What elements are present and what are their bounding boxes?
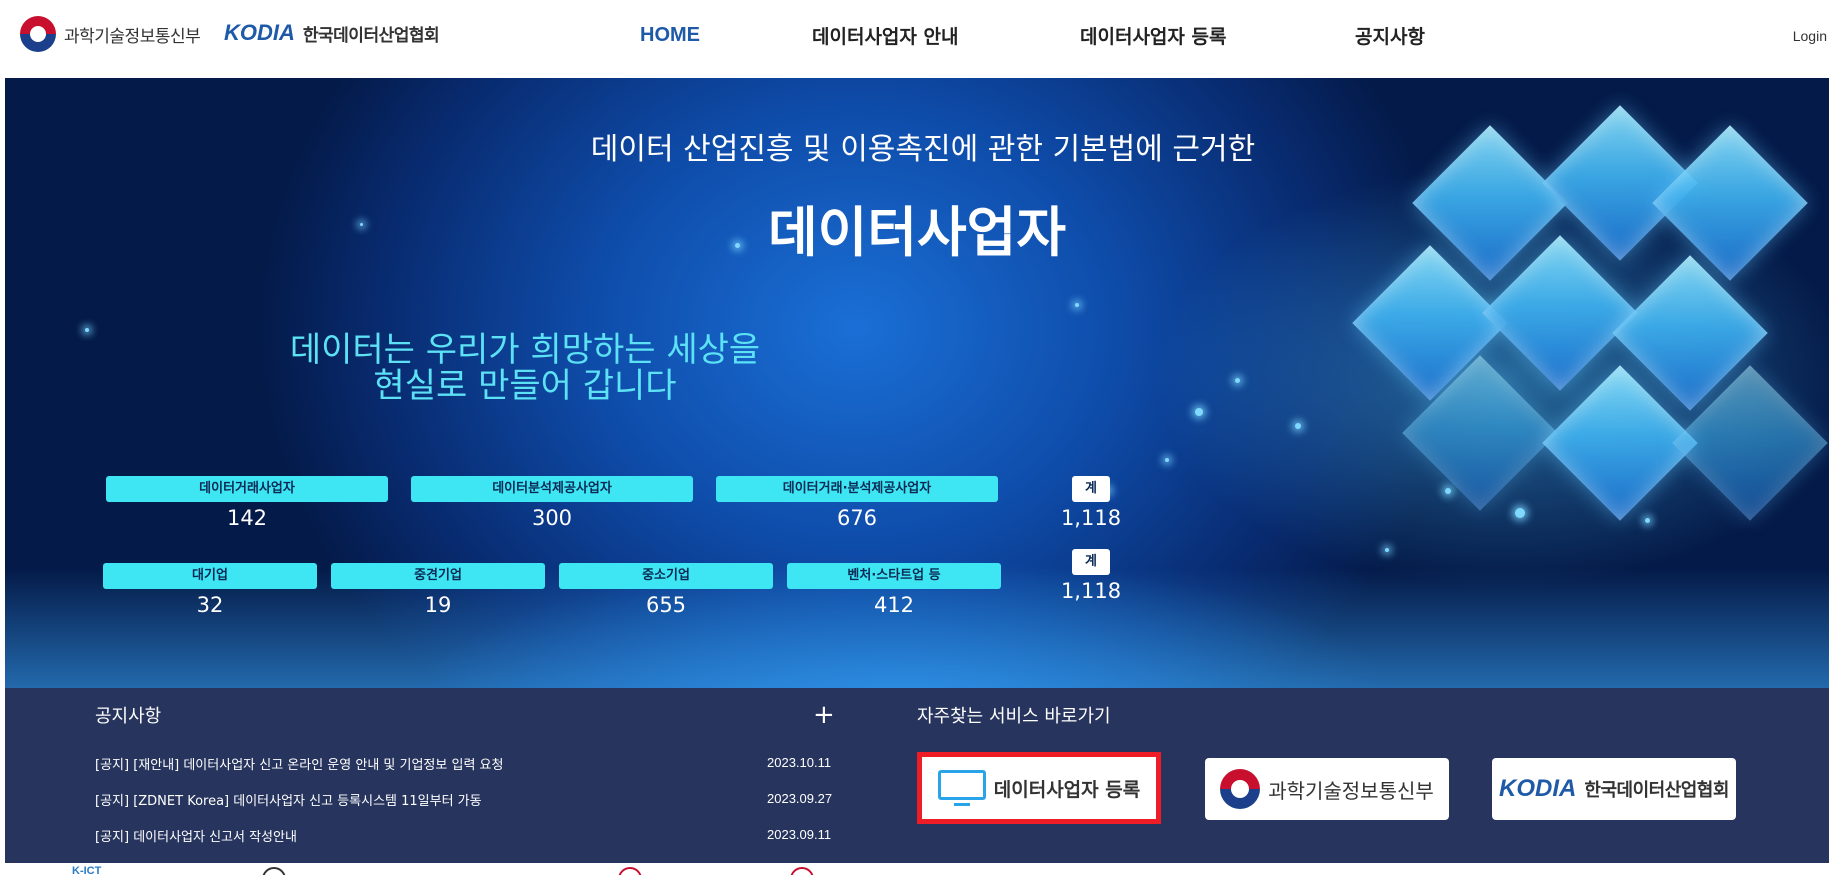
stat-label: 대기업 [103, 563, 317, 589]
register-service-button[interactable]: 데이터사업자 등록 [917, 752, 1161, 824]
notice-date: 2023.10.11 [767, 755, 832, 770]
stat-value: 655 [645, 593, 687, 617]
msit-service-label: 과학기술정보통신부 [1268, 778, 1434, 803]
hero-banner: 데이터 산업진흥 및 이용촉진에 관한 기본법에 근거한 데이터사업자 데이터는… [5, 78, 1829, 688]
partner-logos: K-ICT [0, 863, 1837, 875]
light-dot [85, 328, 89, 332]
taegeuk-icon [1220, 769, 1261, 809]
slogan-line-2: 현실로 만들어 갑니다 [373, 366, 677, 406]
partner-logo[interactable] [618, 867, 642, 875]
site-header: 과학기술정보통신부 KODIA 한국데이터산업협회 HOME 데이터사업자 안내… [0, 0, 1837, 78]
stat-value: 676 [836, 506, 878, 530]
taegeuk-icon [20, 16, 56, 52]
notices-more-button[interactable]: + [813, 700, 835, 730]
stat-label: 계 [1072, 549, 1110, 575]
stat-total-row2: 계 1,118 [1051, 549, 1131, 603]
stat-label: 계 [1072, 476, 1110, 502]
stat-label: 중견기업 [331, 563, 545, 589]
stat-label: 데이터거래·분석제공사업자 [716, 476, 998, 502]
kodia-service-link[interactable]: KODIA 한국데이터산업협회 [1492, 758, 1736, 820]
notices-heading: 공지사항 [95, 706, 162, 727]
hero-title: 데이터사업자 [767, 201, 1067, 264]
stat-value: 1,118 [1060, 579, 1122, 603]
stat-venture-startup: 벤처·스타트업 등 412 [787, 563, 1001, 617]
stat-value: 1,118 [1060, 506, 1122, 530]
stat-value: 142 [226, 506, 268, 530]
stat-value: 32 [196, 593, 224, 617]
stat-value: 412 [873, 593, 915, 617]
light-dot [1075, 303, 1079, 307]
nav-notices[interactable]: 공지사항 [1355, 22, 1425, 49]
light-dot [1295, 423, 1301, 429]
login-link[interactable]: Login [1793, 28, 1827, 44]
nav-business-guide[interactable]: 데이터사업자 안내 [812, 22, 958, 49]
notice-date: 2023.09.27 [767, 791, 833, 806]
notice-date: 2023.09.11 [767, 827, 832, 842]
light-dot [1165, 458, 1169, 462]
stat-analysis: 데이터분석제공사업자 300 [411, 476, 693, 530]
stat-label: 데이터거래사업자 [106, 476, 388, 502]
slogan-line-1: 데이터는 우리가 희망하는 세상을 [289, 330, 761, 370]
notice-item[interactable]: [공지] 데이터사업자 신고서 작성안내 [95, 826, 297, 845]
partner-logo[interactable] [262, 867, 286, 875]
stat-total-row1: 계 1,118 [1051, 476, 1131, 530]
stat-value: 19 [424, 593, 452, 617]
kodia-service-label: 한국데이터산업협회 [1584, 780, 1729, 801]
notice-item[interactable]: [공지] [ZDNET Korea] 데이터사업자 신고 등록시스템 11일부터… [95, 790, 482, 809]
partner-logo-kict[interactable]: K-ICT [72, 865, 101, 875]
stat-label: 데이터분석제공사업자 [411, 476, 693, 502]
stat-trading-analysis: 데이터거래·분석제공사업자 676 [716, 476, 998, 530]
msit-service-link[interactable]: 과학기술정보통신부 [1205, 758, 1449, 820]
stat-label: 벤처·스타트업 등 [787, 563, 1001, 589]
kodia-mark: KODIA [1499, 775, 1577, 802]
stat-midsize-company: 중견기업 19 [331, 563, 545, 617]
kodia-mark: KODIA [224, 20, 295, 45]
quick-services-heading: 자주찾는 서비스 바로가기 [917, 706, 1111, 727]
register-service-label: 데이터사업자 등록 [993, 778, 1141, 801]
stat-trading: 데이터거래사업자 142 [106, 476, 388, 530]
stat-small-company: 중소기업 655 [559, 563, 773, 617]
data-cubes-graphic [1315, 105, 1828, 588]
msit-logo[interactable]: 과학기술정보통신부 [20, 16, 201, 52]
light-dot [1195, 408, 1203, 416]
msit-logo-text: 과학기술정보통신부 [64, 26, 201, 47]
light-dot [1235, 378, 1240, 383]
kodia-logo[interactable]: KODIA 한국데이터산업협회 [224, 20, 440, 46]
info-band: 공지사항 + [공지] [재안내] 데이터사업자 신고 온라인 운영 안내 및 … [5, 688, 1829, 863]
monitor-icon [937, 770, 986, 806]
nav-business-register[interactable]: 데이터사업자 등록 [1080, 22, 1226, 49]
stat-label: 중소기업 [559, 563, 773, 589]
notice-item[interactable]: [공지] [재안내] 데이터사업자 신고 온라인 운영 안내 및 기업정보 입력… [95, 754, 503, 773]
kodia-logo-text: 한국데이터산업협회 [302, 25, 440, 46]
hero-slogan: 데이터는 우리가 희망하는 세상을 현실로 만들어 갑니다 [245, 332, 805, 404]
stat-large-company: 대기업 32 [103, 563, 317, 617]
stat-value: 300 [531, 506, 573, 530]
partner-logo[interactable] [790, 867, 814, 875]
hero-subtitle: 데이터 산업진흥 및 이용촉진에 관한 기본법에 근거한 [590, 132, 1256, 167]
nav-home[interactable]: HOME [640, 24, 700, 47]
